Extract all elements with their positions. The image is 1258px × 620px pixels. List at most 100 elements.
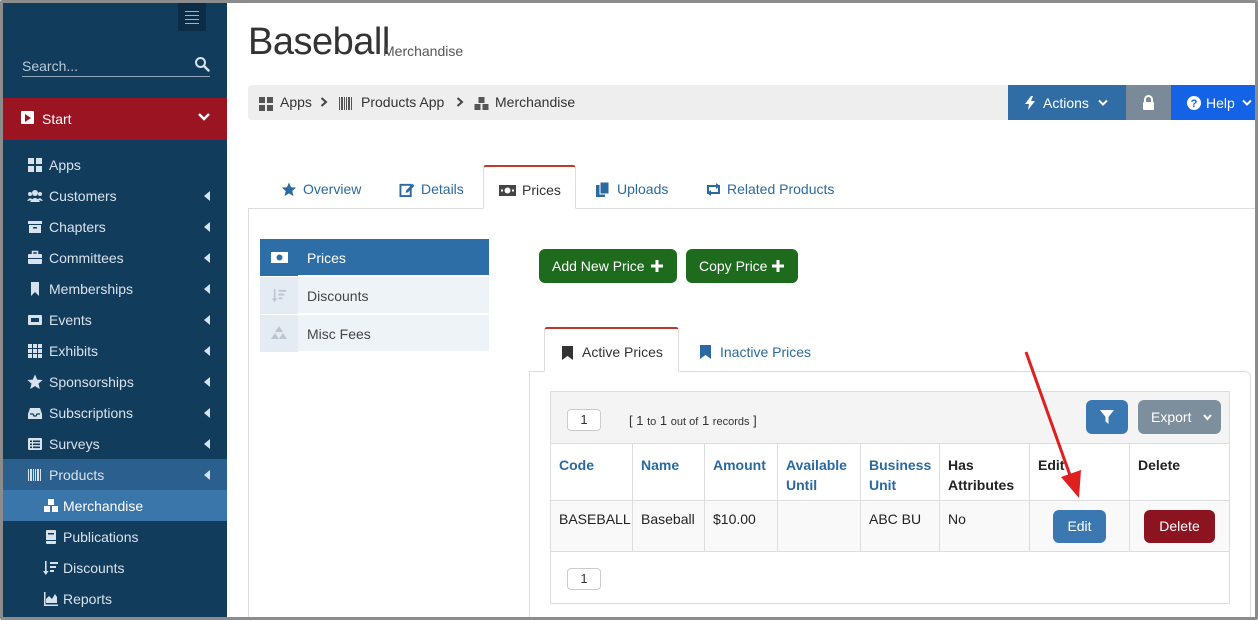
annotation-arrow <box>1024 351 1081 498</box>
add-new-price-button[interactable]: Add New Price <box>539 249 677 283</box>
star-icon <box>281 182 297 197</box>
filter-icon <box>1100 410 1114 424</box>
tab-label: Related Products <box>727 181 835 197</box>
sidebar-item-events[interactable]: Events <box>3 304 227 335</box>
edit-icon <box>399 183 415 197</box>
sidebar-item-sponsorships[interactable]: Sponsorships <box>3 366 227 397</box>
sidebar-item-subscriptions[interactable]: Subscriptions <box>3 397 227 428</box>
edit-button[interactable]: Edit <box>1053 510 1106 543</box>
chevron-down-icon <box>1203 414 1212 421</box>
tab-details[interactable]: Details <box>399 177 474 209</box>
sort-amount-icon <box>272 288 287 303</box>
subnav-label: Prices <box>307 250 346 266</box>
users-icon <box>27 190 43 202</box>
chevron-left-icon <box>204 408 210 418</box>
copy-price-label: Copy Price <box>699 258 768 274</box>
search-icon[interactable] <box>194 56 210 72</box>
chevron-left-icon <box>204 284 210 294</box>
column-header-code[interactable]: Code <box>551 444 633 501</box>
start-label: Start <box>42 111 72 127</box>
search-input[interactable]: Search... <box>22 55 210 77</box>
export-button[interactable]: Export <box>1138 400 1221 434</box>
breadcrumb-merchandise: Merchandise <box>495 94 576 110</box>
chevron-left-icon <box>204 191 210 201</box>
records-bracket-open: [ <box>629 413 633 428</box>
column-header-name[interactable]: Name <box>633 444 705 501</box>
subnav-icon-box <box>260 239 298 276</box>
actions-button[interactable]: Actions <box>1008 85 1126 120</box>
menu-toggle-icon[interactable] <box>178 3 206 31</box>
sidebar-item-customers[interactable]: Customers <box>3 180 227 211</box>
records-bracket-close: ] <box>753 413 757 428</box>
filter-button[interactable] <box>1086 400 1128 434</box>
subnav-icon-box <box>260 315 298 352</box>
lock-icon <box>1143 95 1154 110</box>
chevron-left-icon <box>204 253 210 263</box>
tab-related-products[interactable]: Related Products <box>705 177 845 209</box>
chevron-down-icon <box>198 113 210 121</box>
copy-price-button[interactable]: Copy Price <box>686 249 798 283</box>
subnav-prices[interactable]: Prices <box>260 239 489 276</box>
sidebar-item-label: Products <box>49 467 105 483</box>
sidebar-item-chapters[interactable]: Chapters <box>3 211 227 242</box>
subnav-discounts[interactable]: Discounts <box>260 277 489 314</box>
area-chart-icon <box>44 592 58 606</box>
sidebar-subitem-discounts[interactable]: Discounts <box>3 552 227 583</box>
sidebar-subitem-publications[interactable]: Publications <box>3 521 227 552</box>
sidebar-item-products[interactable]: Products <box>3 459 227 490</box>
sidebar-subitem-label: Publications <box>63 529 139 545</box>
breadcrumb-products-app[interactable]: Products App <box>361 94 444 110</box>
records-summary: [ 1 to 1 out of 1 records ] <box>629 413 757 428</box>
search-placeholder[interactable]: Search... <box>22 58 78 74</box>
briefcase-icon <box>28 250 42 264</box>
help-button[interactable]: ? Help <box>1171 85 1255 120</box>
sidebar: Search... Start Apps Customers Chapters … <box>3 3 227 617</box>
page-title: Baseball <box>248 21 390 63</box>
sidebar-item-apps[interactable]: Apps <box>3 149 227 180</box>
plus-icon <box>772 260 784 272</box>
bolt-icon <box>1025 96 1035 110</box>
sidebar-item-memberships[interactable]: Memberships <box>3 273 227 304</box>
subnav-icon-box <box>260 277 298 314</box>
bottom-page-number-input[interactable]: 1 <box>567 568 601 590</box>
lock-button[interactable] <box>1126 85 1171 120</box>
chevron-left-icon <box>204 470 210 480</box>
sort-amount-icon <box>43 561 58 575</box>
start-menu[interactable]: Start <box>3 98 227 140</box>
tab-overview[interactable]: Overview <box>281 177 371 209</box>
column-header-amount[interactable]: Amount <box>705 444 778 501</box>
sidebar-item-exhibits[interactable]: Exhibits <box>3 335 227 366</box>
cell-has-attributes: No <box>940 501 1030 552</box>
app-window: Search... Start Apps Customers Chapters … <box>0 0 1258 620</box>
sidebar-subitem-label: Discounts <box>63 560 125 576</box>
tab-inactive-prices[interactable]: Inactive Prices <box>700 340 820 372</box>
sidebar-item-label: Events <box>49 312 92 328</box>
retweet-icon <box>707 183 720 196</box>
column-header-business-unit[interactable]: Business Unit <box>861 444 940 501</box>
sidebar-item-committees[interactable]: Committees <box>3 242 227 273</box>
sidebar-subitem-reports[interactable]: Reports <box>3 583 227 614</box>
subnav-misc-fees[interactable]: Misc Fees <box>260 315 489 352</box>
column-header-available-until[interactable]: Available Until <box>778 444 861 501</box>
chevron-left-icon <box>204 315 210 325</box>
help-label: Help <box>1206 95 1235 111</box>
sidebar-subitem-merchandise[interactable]: Merchandise <box>3 490 227 521</box>
tab-label: Overview <box>303 181 362 197</box>
cell-available-until <box>778 501 861 552</box>
page-number-input[interactable]: 1 <box>567 409 601 431</box>
tab-prices[interactable]: Prices <box>483 165 576 209</box>
tab-label: Inactive Prices <box>720 344 812 360</box>
breadcrumb-apps[interactable]: Apps <box>280 94 312 110</box>
tab-label: Prices <box>522 182 561 198</box>
tab-label: Uploads <box>617 181 669 197</box>
actions-label: Actions <box>1043 95 1089 111</box>
sidebar-item-surveys[interactable]: Surveys <box>3 428 227 459</box>
records-word: records <box>712 416 750 428</box>
delete-button[interactable]: Delete <box>1144 510 1215 543</box>
grid-toolbar: 1 [ 1 to 1 out of 1 records ] Export <box>551 392 1229 444</box>
inbox-icon <box>28 408 42 419</box>
records-to-word: to <box>647 416 657 428</box>
list-icon <box>28 438 42 450</box>
tab-active-prices[interactable]: Active Prices <box>544 327 679 372</box>
tab-uploads[interactable]: Uploads <box>596 177 676 209</box>
